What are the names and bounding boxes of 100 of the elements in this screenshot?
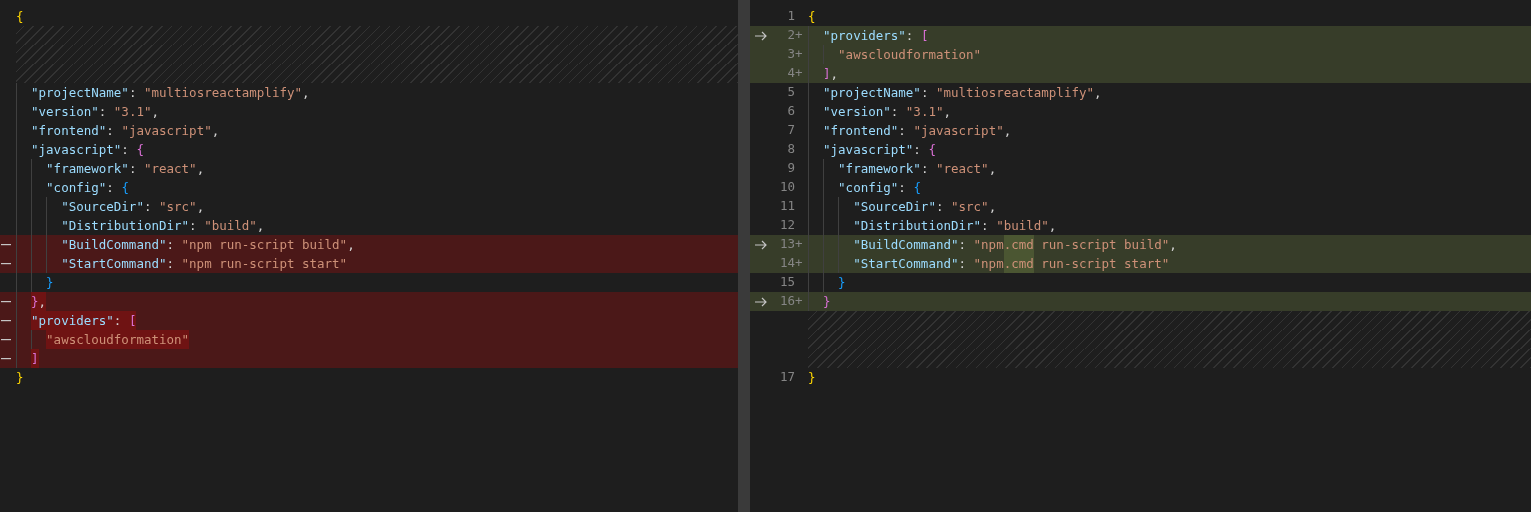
code-token: "projectName" xyxy=(31,84,129,102)
code-token: : xyxy=(890,103,900,121)
code-token: "projectName" xyxy=(823,84,921,102)
line-number: 1 xyxy=(786,7,795,26)
added-sign: + xyxy=(795,27,803,43)
line-number: 15 xyxy=(778,273,795,292)
code-token: : xyxy=(898,179,907,197)
code-token: "3.1" xyxy=(905,103,944,121)
code-token: .cmd xyxy=(1003,254,1034,273)
code-token: , xyxy=(830,65,839,83)
code-token: "providers" xyxy=(31,311,114,330)
code-token: } xyxy=(16,369,24,387)
code-token: : xyxy=(958,236,968,254)
code-token: run-script build" xyxy=(1040,236,1170,254)
code-token: { xyxy=(928,141,936,159)
line-number: 2 xyxy=(786,26,795,45)
minus-icon xyxy=(1,262,11,265)
code-token: "awscloudformation" xyxy=(838,46,982,64)
code-token: , xyxy=(1094,84,1102,102)
line-number: 8 xyxy=(786,140,795,159)
added-sign: + xyxy=(795,46,803,62)
code-token: , xyxy=(196,160,205,178)
code-token: : xyxy=(920,160,930,178)
code-token: "npm run-script start" xyxy=(181,255,348,273)
line-number: 4 xyxy=(786,64,795,83)
code-token: , xyxy=(196,198,205,216)
minus-icon xyxy=(1,357,11,360)
added-sign: + xyxy=(795,255,803,271)
line-number: 11 xyxy=(778,197,795,216)
code-token: : xyxy=(920,84,930,102)
added-sign: + xyxy=(795,293,803,309)
code-token: "StartCommand" xyxy=(853,255,959,273)
code-token: "src" xyxy=(951,198,989,216)
code-token: "multiosreactamplify" xyxy=(143,84,302,102)
code-token: "src" xyxy=(159,198,197,216)
code-token: { xyxy=(16,8,24,26)
code-token: , xyxy=(1169,236,1177,254)
minus-icon xyxy=(1,300,11,303)
code-token: "frontend" xyxy=(31,122,107,140)
line-number: 9 xyxy=(786,159,795,178)
code-token: "BuildCommand" xyxy=(853,236,959,254)
code-token: "npm xyxy=(973,236,1004,254)
code-token: { xyxy=(913,179,921,197)
code-token: "version" xyxy=(823,103,891,121)
line-number: 16 xyxy=(778,292,795,311)
line-number: 6 xyxy=(786,102,795,121)
code-token: "3.1" xyxy=(113,103,152,121)
arrow-right-icon[interactable] xyxy=(754,30,768,41)
code-token: : xyxy=(128,84,138,102)
code-token: "javascript" xyxy=(823,141,914,159)
code-token: , xyxy=(211,122,220,140)
code-token: "build" xyxy=(996,217,1049,235)
line-number: 14 xyxy=(778,254,795,273)
added-sign: + xyxy=(795,236,803,252)
code-token: : xyxy=(898,122,907,140)
code-token: "npm run-script build" xyxy=(181,236,348,254)
code-token: "version" xyxy=(31,103,99,121)
line-number: 12 xyxy=(778,216,795,235)
arrow-right-icon[interactable] xyxy=(754,239,768,250)
code-token: , xyxy=(347,236,355,254)
scrollbar[interactable] xyxy=(738,0,750,512)
code-token: : xyxy=(98,103,108,121)
code-token: "javascript" xyxy=(913,122,1004,140)
line-number: 10 xyxy=(778,178,795,197)
code-token: , xyxy=(151,103,159,121)
added-sign: + xyxy=(795,65,803,81)
code-token: : xyxy=(106,122,115,140)
code-token: run-script start" xyxy=(1040,255,1170,273)
code-token: : xyxy=(905,27,915,45)
code-token: : xyxy=(189,217,198,235)
code-token: { xyxy=(121,179,129,197)
code-token: "build" xyxy=(204,217,257,235)
minus-icon xyxy=(1,319,11,322)
code-token: , xyxy=(943,103,951,121)
code-token: : xyxy=(913,141,922,159)
code-token: } xyxy=(823,293,831,311)
code-token: "BuildCommand" xyxy=(61,236,167,254)
line-number: 5 xyxy=(786,83,795,102)
code-token: ] xyxy=(823,65,831,83)
line-number: 3 xyxy=(786,45,795,64)
code-token: } xyxy=(808,369,816,387)
code-token: [ xyxy=(128,311,137,330)
code-token: "react" xyxy=(143,160,197,178)
code-token: "SourceDir" xyxy=(853,198,936,216)
code-token: , xyxy=(988,160,997,178)
code-token: "multiosreactamplify" xyxy=(935,84,1094,102)
code-token: : xyxy=(128,160,138,178)
minus-icon xyxy=(1,243,11,246)
code-token: "frontend" xyxy=(823,122,899,140)
line-number: 13 xyxy=(778,235,795,254)
code-token: } xyxy=(31,292,39,311)
code-token: { xyxy=(808,8,816,26)
arrow-right-icon[interactable] xyxy=(754,296,768,307)
code-token: , xyxy=(1003,122,1012,140)
code-token: "react" xyxy=(935,160,989,178)
code-token: } xyxy=(46,274,54,292)
code-token: "DistributionDir" xyxy=(61,217,190,235)
code-token: "SourceDir" xyxy=(61,198,144,216)
line-number: 17 xyxy=(778,368,795,387)
code-token: "awscloudformation" xyxy=(46,330,190,349)
